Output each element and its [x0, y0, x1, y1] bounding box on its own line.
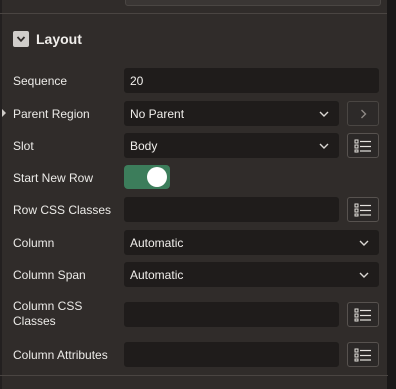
column-span-value: Automatic: [130, 267, 184, 282]
row-css-classes-list-button[interactable]: [347, 197, 379, 222]
slot-select[interactable]: Body: [124, 133, 339, 158]
row-css-classes-label: Row CSS Classes: [13, 203, 112, 217]
collapse-toggle[interactable]: [13, 31, 29, 47]
column-attributes-list-button[interactable]: [347, 342, 379, 367]
column-css-classes-input[interactable]: [124, 302, 339, 327]
sequence-label: Sequence: [13, 74, 68, 88]
chevron-down-icon: [16, 36, 26, 43]
column-select[interactable]: Automatic: [124, 230, 379, 255]
row-css-classes-input[interactable]: [124, 197, 339, 222]
toggle-knob: [147, 167, 167, 187]
list-icon: [354, 308, 371, 321]
parent-region-label: Parent Region: [13, 107, 90, 121]
chevron-down-icon: [319, 143, 329, 149]
column-span-label: Column Span: [13, 268, 86, 282]
column-value: Automatic: [130, 235, 184, 250]
section-title: Layout: [36, 31, 82, 47]
column-css-classes-label-line2: Classes: [13, 314, 56, 328]
section-divider-bottom: [0, 375, 388, 376]
sequence-value: 20: [130, 73, 144, 88]
list-icon: [354, 348, 371, 361]
column-span-select[interactable]: Automatic: [124, 262, 379, 287]
go-to-parent-button[interactable]: [347, 101, 379, 126]
column-attributes-input[interactable]: [124, 342, 339, 367]
chevron-down-icon: [359, 272, 369, 278]
parent-region-select[interactable]: No Parent: [124, 101, 339, 126]
start-new-row-label: Start New Row: [13, 171, 94, 185]
previous-field-bottom: [125, 0, 381, 6]
list-icon: [354, 203, 371, 216]
parent-region-value: No Parent: [130, 106, 185, 121]
column-css-classes-list-button[interactable]: [347, 302, 379, 327]
chevron-down-icon: [319, 111, 329, 117]
scrollbar[interactable]: [387, 0, 396, 389]
slot-label: Slot: [13, 139, 34, 153]
slot-value: Body: [130, 138, 158, 153]
layout-section-header[interactable]: Layout: [13, 28, 82, 50]
sequence-input[interactable]: 20: [124, 68, 379, 93]
section-divider: [0, 13, 388, 14]
column-css-classes-label-line1: Column CSS: [13, 299, 83, 313]
chevron-right-icon: [361, 109, 367, 118]
column-attributes-label: Column Attributes: [13, 348, 108, 362]
row-indicator-icon: [2, 109, 6, 117]
panel-left-edge: [0, 0, 2, 389]
slot-list-button[interactable]: [347, 133, 379, 158]
start-new-row-toggle[interactable]: [124, 165, 170, 189]
chevron-down-icon: [359, 240, 369, 246]
list-icon: [354, 139, 371, 152]
column-css-classes-label: Column CSS Classes: [13, 299, 82, 329]
column-label: Column: [13, 236, 55, 250]
